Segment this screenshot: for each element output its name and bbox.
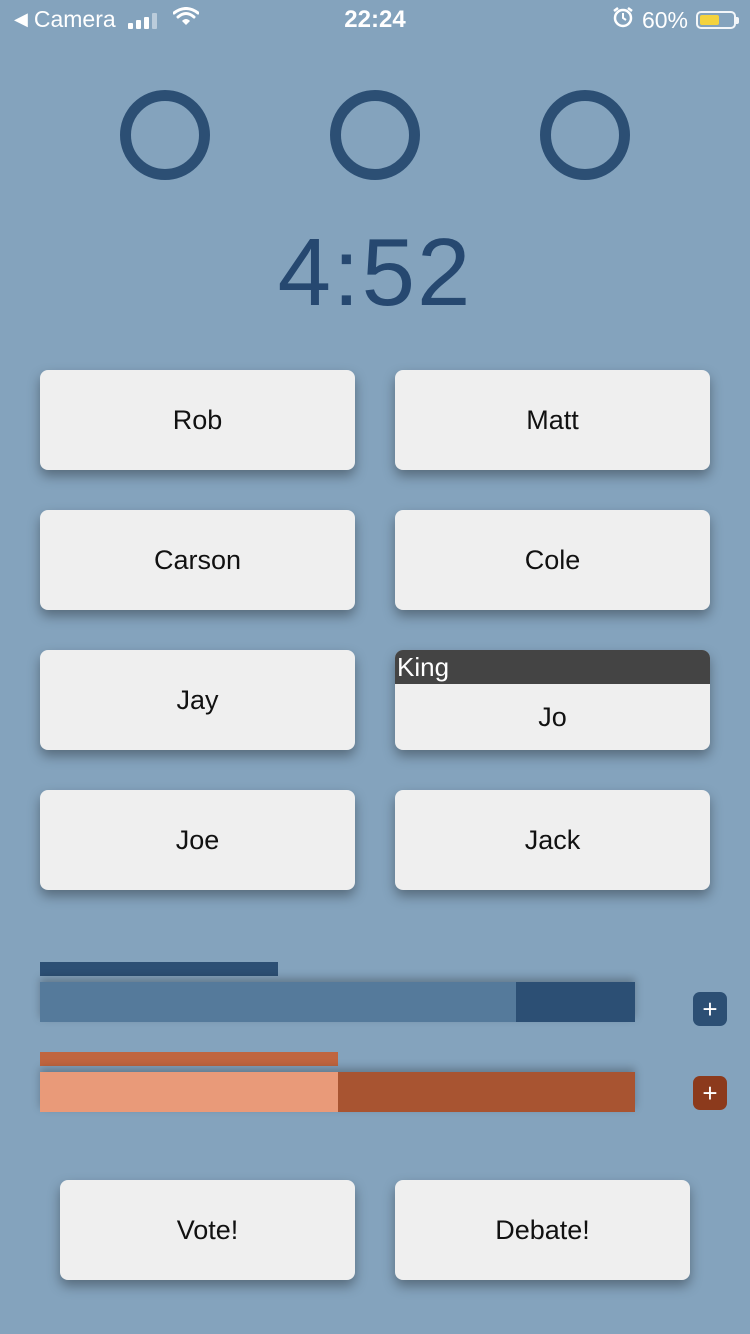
player-name: Jo [538,701,567,732]
player-name: Rob [172,404,223,435]
player-name: Carson [153,544,242,575]
player-name: Cole [524,544,581,575]
status-bar: ◀ Camera 22:24 60% [0,0,750,42]
player-button-jack[interactable]: Jack [395,790,710,890]
player-name: Joe [175,824,220,855]
blue-team-vote-fill [40,982,516,1022]
blue-team-add-button[interactable]: + [693,992,727,1026]
orange-team-secondary-bar [40,1052,338,1066]
battery-percent: 60% [641,6,688,33]
round-indicator-3 [540,90,630,180]
player-button-cole[interactable]: Cole [395,510,710,610]
blue-team-secondary-bar [40,962,278,976]
round-indicator-1 [120,90,210,180]
debate-button-label: Debate! [495,1214,590,1245]
player-name: Matt [526,404,579,435]
countdown-timer: 4:52 [277,219,473,326]
player-button-rob[interactable]: Rob [40,370,355,470]
player-button-joe[interactable]: Joe [40,790,355,890]
player-name: Jack [524,824,581,855]
player-name: Jay [176,684,219,715]
orange-team-vote-fill [40,1072,338,1112]
alarm-icon [612,6,634,34]
blue-team-vote-bar [40,982,635,1022]
player-button-carson[interactable]: Carson [40,510,355,610]
battery-level-fill [700,15,720,25]
debate-button[interactable]: Debate! [395,1180,690,1280]
status-right: 60% [612,6,739,34]
round-indicator-2 [330,90,420,180]
player-button-jo[interactable]: King Jo [395,650,710,750]
orange-team-add-button[interactable]: + [693,1076,727,1110]
vote-button-label: Vote! [176,1214,239,1245]
player-button-matt[interactable]: Matt [395,370,710,470]
orange-team-vote-bar [40,1072,635,1112]
king-badge: King [395,650,710,684]
battery-icon [696,11,739,29]
vote-button[interactable]: Vote! [60,1180,355,1280]
player-button-jay[interactable]: Jay [40,650,355,750]
